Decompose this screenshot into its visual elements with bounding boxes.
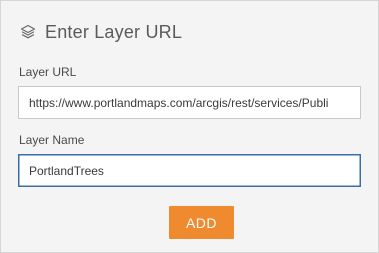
layer-url-input[interactable] — [18, 86, 361, 119]
layer-name-label: Layer Name — [19, 133, 85, 147]
layer-name-input[interactable] — [18, 154, 361, 187]
add-button[interactable]: ADD — [169, 206, 234, 239]
add-layer-panel: Enter Layer URL Layer URL Layer Name ADD — [0, 0, 379, 253]
panel-title: Enter Layer URL — [45, 21, 183, 42]
panel-header: Enter Layer URL — [19, 19, 182, 45]
layers-icon — [19, 23, 37, 41]
layer-url-label: Layer URL — [19, 65, 77, 79]
